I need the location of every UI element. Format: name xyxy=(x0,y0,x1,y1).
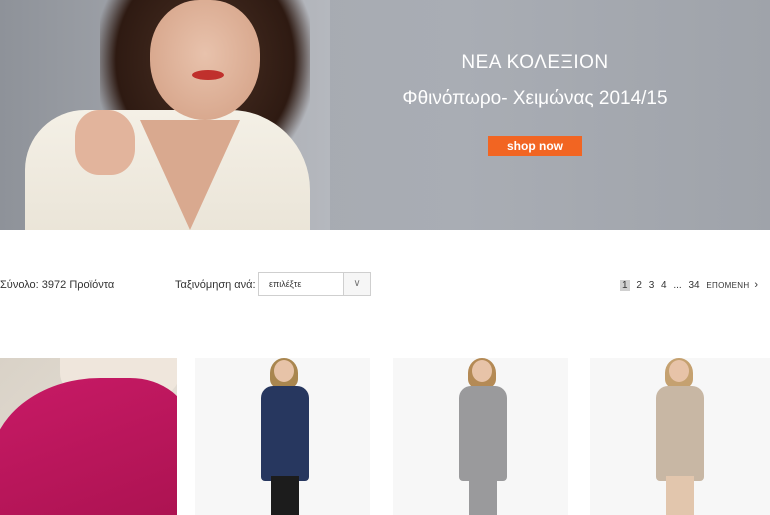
model-head xyxy=(274,360,294,382)
banner-model-photo xyxy=(0,0,330,230)
product-image-model xyxy=(650,358,710,515)
next-page-link[interactable]: ΕΠΟΜΕΝΗ xyxy=(706,281,749,290)
product-card-3[interactable] xyxy=(393,358,568,515)
pagination: 1 2 3 4 ... 34 ΕΠΟΜΕΝΗ › xyxy=(620,279,762,291)
product-image-model xyxy=(255,358,315,515)
banner-subtitle: Φθινόπωρο- Χειμώνας 2014/15 xyxy=(402,88,668,109)
product-card-1[interactable] xyxy=(0,358,177,515)
model-head xyxy=(472,360,492,382)
chevron-right-icon[interactable]: › xyxy=(754,279,758,291)
page-link-2[interactable]: 2 xyxy=(636,280,642,291)
sort-label: Ταξινόμηση ανά: xyxy=(175,279,256,291)
model-lips xyxy=(192,70,224,80)
model-face xyxy=(150,0,260,120)
model-legs xyxy=(271,476,299,515)
product-card-2[interactable] xyxy=(195,358,370,515)
model-dress xyxy=(459,386,507,481)
model-hand xyxy=(75,110,135,175)
page-link-3[interactable]: 3 xyxy=(649,280,655,291)
product-image-model xyxy=(453,358,513,515)
product-total: Σύνολο: 3972 Προϊόντα xyxy=(0,279,115,291)
model-dress xyxy=(656,386,704,481)
page-link-last[interactable]: 34 xyxy=(689,280,700,291)
shop-now-button[interactable]: shop now xyxy=(488,136,582,156)
banner-title: ΝΕΑ ΚΟΛΕΞΙΟΝ xyxy=(461,52,609,73)
product-card-4[interactable] xyxy=(590,358,770,515)
sort-selected-value: επιλέξτε xyxy=(269,279,302,289)
model-legs xyxy=(469,476,497,515)
product-image-sweater xyxy=(0,378,177,515)
model-head xyxy=(669,360,689,382)
page-ellipsis: ... xyxy=(673,280,682,291)
chevron-down-icon[interactable]: ∨ xyxy=(343,273,370,295)
sweater-neckline xyxy=(140,120,240,230)
page-link-4[interactable]: 4 xyxy=(661,280,667,291)
hero-banner[interactable]: ΝΕΑ ΚΟΛΕΞΙΟΝ Φθινόπωρο- Χειμώνας 2014/15… xyxy=(0,0,770,230)
model-legs xyxy=(666,476,694,515)
sort-select[interactable]: επιλέξτε ∨ xyxy=(258,272,371,296)
model-dress xyxy=(261,386,309,481)
page-link-1[interactable]: 1 xyxy=(620,280,630,291)
